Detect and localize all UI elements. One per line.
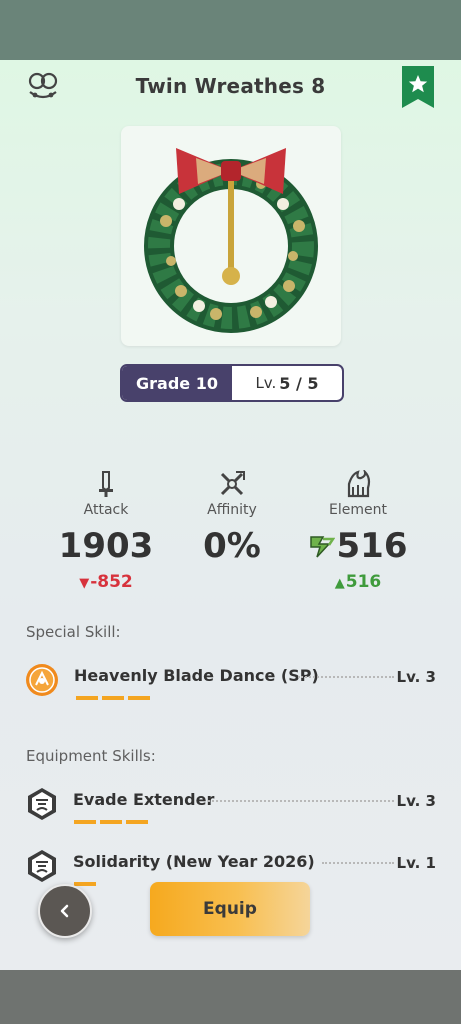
level-bar <box>126 820 148 824</box>
chevron-left-icon <box>60 904 69 918</box>
sword-icon <box>36 468 176 498</box>
star-bookmark-icon[interactable] <box>402 66 434 108</box>
equipment-skill-level: Lv. 1 <box>396 854 436 872</box>
back-button[interactable] <box>38 884 92 938</box>
heavenly-blade-dance-skill-icon <box>24 662 60 698</box>
level-value: 5 / 5 <box>279 373 319 393</box>
equipment-skill-row[interactable]: Evade Extender Lv. 3 <box>24 786 436 826</box>
attack-delta: ▼-852 <box>36 572 176 592</box>
equipment-skill-name: Solidarity (New Year 2026) <box>73 852 315 871</box>
level-bar <box>74 820 96 824</box>
leader-dots <box>322 862 394 864</box>
special-skill-section-label: Special Skill: <box>26 623 121 641</box>
level-bar <box>76 696 98 700</box>
equipment-skill-level-bars <box>74 882 96 886</box>
equipment-skill-level-bars <box>74 820 148 824</box>
element-delta: ▲516 <box>288 572 428 592</box>
page-title: Twin Wreathes 8 <box>135 74 326 98</box>
hexagon-skill-icon <box>24 848 60 884</box>
attack-value: 1903 <box>58 526 154 566</box>
level-bar <box>74 882 96 886</box>
grade-level-badge: Grade 10 Lv. 5 / 5 <box>120 364 344 402</box>
special-skill-level: Lv. 3 <box>396 668 436 686</box>
wreath-icon <box>144 148 318 333</box>
attack-stat: Attack 1903 ▼-852 <box>36 468 176 592</box>
element-stat: Element 516 ▲516 <box>288 468 428 592</box>
affinity-value: 0% <box>203 526 261 566</box>
leader-dots <box>208 800 394 802</box>
element-value: 516 <box>336 526 408 566</box>
equipment-skill-name: Evade Extender <box>73 790 215 809</box>
thunder-element-icon <box>309 533 335 559</box>
equipment-image <box>121 126 341 346</box>
affinity-stat: Affinity 0% <box>162 468 302 566</box>
decrease-arrow-icon: ▼ <box>79 576 90 591</box>
grade-label: Grade 10 <box>122 366 232 400</box>
equipment-detail-sheet: Twin Wreathes 8 Grade 10 Lv. 5 / 5 Attac… <box>0 60 461 970</box>
equip-button[interactable]: Equip <box>150 882 310 936</box>
attack-label: Attack <box>83 502 129 518</box>
crossed-blades-icon <box>162 468 302 498</box>
special-skill-level-bars <box>76 696 150 700</box>
level-prefix: Lv. <box>255 374 277 392</box>
equipment-skills-section-label: Equipment Skills: <box>26 747 156 765</box>
level-bar <box>102 696 124 700</box>
navigation-bar <box>0 970 461 1024</box>
flame-claw-icon <box>288 468 428 498</box>
attack-delta-value: -852 <box>90 572 133 592</box>
element-value-row: 516 <box>288 526 428 566</box>
level-bar <box>128 696 150 700</box>
level-display: Lv. 5 / 5 <box>232 366 342 400</box>
affinity-label: Affinity <box>207 502 257 518</box>
element-delta-value: 516 <box>345 572 382 592</box>
increase-arrow-icon: ▲ <box>334 576 345 591</box>
hexagon-skill-icon <box>24 786 60 822</box>
level-bar <box>100 820 122 824</box>
element-label: Element <box>329 502 387 518</box>
status-bar <box>0 0 461 60</box>
equipment-skill-level: Lv. 3 <box>396 792 436 810</box>
leader-dots <box>298 676 394 678</box>
special-skill-name: Heavenly Blade Dance (SP) <box>74 666 319 685</box>
special-skill-row[interactable]: Heavenly Blade Dance (SP) Lv. 3 <box>24 662 436 702</box>
